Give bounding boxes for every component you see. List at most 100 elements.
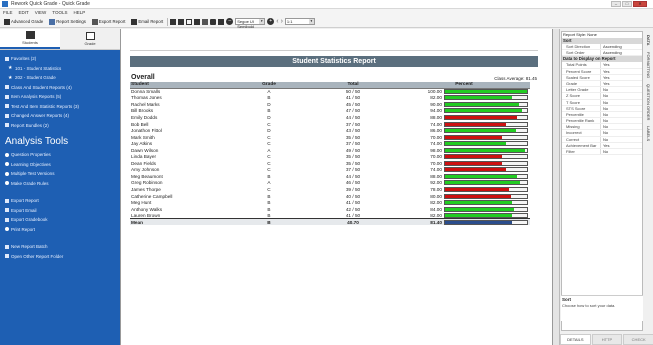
property-value[interactable]: No xyxy=(600,136,642,142)
achievement-bar xyxy=(444,89,528,95)
sidebar-item-favorites[interactable]: Favorites (2) xyxy=(0,54,120,64)
minimize-button[interactable]: – xyxy=(611,1,621,7)
sidebar-item-label: Test And Item Statistic Reports (3) xyxy=(11,103,80,109)
advanced-grade-button[interactable]: Advanced Grade xyxy=(2,17,45,26)
move-icon[interactable] xyxy=(210,18,217,25)
tool-label: Question Properties xyxy=(11,152,51,158)
achievement-bar-fill xyxy=(445,142,506,146)
vtab-formatting[interactable]: FORMATTING xyxy=(646,52,651,78)
close-button[interactable]: ✕ xyxy=(633,1,647,7)
menu-help[interactable]: HELP xyxy=(73,10,85,15)
property-value[interactable]: No xyxy=(600,124,642,130)
sidebar-item-student-grade[interactable]: ★ 202 - Student Grade xyxy=(0,73,120,83)
sidebar-item-label: Favorites (2) xyxy=(11,56,37,62)
zoom-select[interactable]: 1:1 ▾ xyxy=(284,18,315,25)
property-value[interactable]: Ascending xyxy=(600,44,642,50)
gear-icon xyxy=(5,152,9,157)
print-icon[interactable] xyxy=(170,18,177,25)
sidebar-item-student-statistics[interactable]: ★ 101 - Student Statistics xyxy=(0,64,120,74)
property-value[interactable]: Yes xyxy=(600,68,642,74)
menu-view[interactable]: VIEW xyxy=(35,10,47,15)
achievement-bar xyxy=(444,114,528,120)
table-icon[interactable] xyxy=(178,18,185,25)
sidebar-item-report-bundles[interactable]: Report Bundles (2) xyxy=(0,121,120,131)
percent-bar-cell xyxy=(444,180,530,187)
property-row[interactable]: Filter No xyxy=(562,149,642,156)
star-icon: ★ xyxy=(8,74,13,81)
sidebar-item-changed-answer[interactable]: Changed Answer Reports (4) xyxy=(0,111,120,121)
remove-icon[interactable]: – xyxy=(226,18,234,25)
email-icon xyxy=(131,18,138,25)
tab-details[interactable]: DETAILS xyxy=(560,334,591,345)
export-report-item[interactable]: Export Report xyxy=(0,196,120,206)
property-value[interactable]: No xyxy=(600,87,642,93)
tool-multiple-versions[interactable]: Multiple Test Versions xyxy=(0,169,120,179)
percent-bar-cell xyxy=(444,114,530,121)
tab-grade[interactable]: Grade xyxy=(60,29,120,49)
open-report-folder-item[interactable]: Open Other Report Folder xyxy=(0,252,120,262)
analysis-tools-heading: Analysis Tools xyxy=(5,136,69,147)
menu-file[interactable]: FILE xyxy=(3,10,13,15)
grid-alt-icon[interactable] xyxy=(218,18,225,25)
tab-students[interactable]: Students xyxy=(0,29,60,49)
property-key: Percentile xyxy=(566,111,584,117)
folder-icon xyxy=(5,113,9,118)
menu-tools[interactable]: TOOLS xyxy=(52,10,67,15)
menu-edit[interactable]: EDIT xyxy=(19,10,29,15)
tool-learning-objectives[interactable]: Learning Objectives xyxy=(0,160,120,170)
property-value[interactable]: No xyxy=(600,111,642,118)
property-value[interactable]: No xyxy=(600,105,642,111)
vtab-question-order[interactable]: QUESTION ORDER xyxy=(646,84,651,120)
vtab-data[interactable]: DATA xyxy=(646,35,651,46)
property-value[interactable]: Yes xyxy=(600,74,642,80)
property-value[interactable]: Yes xyxy=(600,142,642,148)
sidebar-item-item-analysis[interactable]: Item Analysis Reports (5) xyxy=(0,92,120,102)
zoom-select-value: 1:1 xyxy=(286,19,293,24)
export-report-button[interactable]: Export Report xyxy=(90,17,128,26)
tab-http[interactable]: HTTP xyxy=(591,334,623,345)
report-settings-button[interactable]: Report Settings xyxy=(47,17,88,26)
property-key: Scaled Score xyxy=(566,74,590,80)
font-select[interactable]: Segoe UI Semibold ▾ xyxy=(235,18,266,29)
achievement-bar-fill xyxy=(445,207,514,211)
add-icon[interactable]: + xyxy=(267,18,275,25)
print-report-item[interactable]: Print Report xyxy=(0,225,120,235)
achievement-bar xyxy=(444,193,528,199)
export-label: Export Report xyxy=(11,198,39,204)
toolbar: Advanced Grade Report Settings Export Re… xyxy=(0,16,653,29)
sidebar-item-test-item-statistics[interactable]: Test And Item Statistic Reports (3) xyxy=(0,102,120,112)
property-value[interactable]: Ascending xyxy=(600,50,642,56)
columns-icon[interactable] xyxy=(202,18,209,25)
next-arrow-icon[interactable]: › xyxy=(281,18,283,25)
export-gradebook-item[interactable]: Export Gradebook xyxy=(0,215,120,225)
property-value[interactable]: Yes xyxy=(600,80,642,87)
achievement-bar-fill xyxy=(445,109,523,113)
property-value[interactable]: No xyxy=(600,130,642,136)
prev-arrow-icon[interactable]: ‹ xyxy=(276,18,278,25)
property-value[interactable]: No xyxy=(600,93,642,99)
property-value[interactable]: No xyxy=(600,99,642,105)
chart-icon[interactable] xyxy=(186,18,193,25)
tool-label: Make Grade Rules xyxy=(11,180,49,186)
vtab-labels[interactable]: LABELS xyxy=(646,126,651,141)
sidebar-item-class-student-reports[interactable]: Class And Student Reports (4) xyxy=(0,83,120,93)
sidebar: Students Grade Favorites (2) ★ 101 - Stud… xyxy=(0,29,120,345)
maximize-button[interactable]: □ xyxy=(622,1,632,7)
property-key: Total Points xyxy=(566,62,587,68)
tool-question-properties[interactable]: Question Properties xyxy=(0,150,120,160)
tool-grade-rules[interactable]: Make Grade Rules xyxy=(0,179,120,189)
percent-bar-cell xyxy=(444,193,530,200)
new-report-batch-item[interactable]: New Report Batch xyxy=(0,242,120,252)
export-label: Export Email xyxy=(11,207,37,213)
star-icon: ★ xyxy=(8,65,13,72)
property-value[interactable]: No xyxy=(600,149,642,155)
email-report-button[interactable]: Email Report xyxy=(129,17,165,26)
grid-icon[interactable] xyxy=(194,18,201,25)
versions-icon xyxy=(5,171,9,176)
advanced-grade-label: Advanced Grade xyxy=(11,19,44,24)
panel-collapse-strip[interactable] xyxy=(553,29,560,345)
export-email-item[interactable]: Export Email xyxy=(0,206,120,216)
properties-panel: Report Style: None Sort Sort Direction As… xyxy=(552,29,653,345)
property-value[interactable]: No xyxy=(600,118,642,124)
property-value[interactable]: Yes xyxy=(600,62,642,68)
